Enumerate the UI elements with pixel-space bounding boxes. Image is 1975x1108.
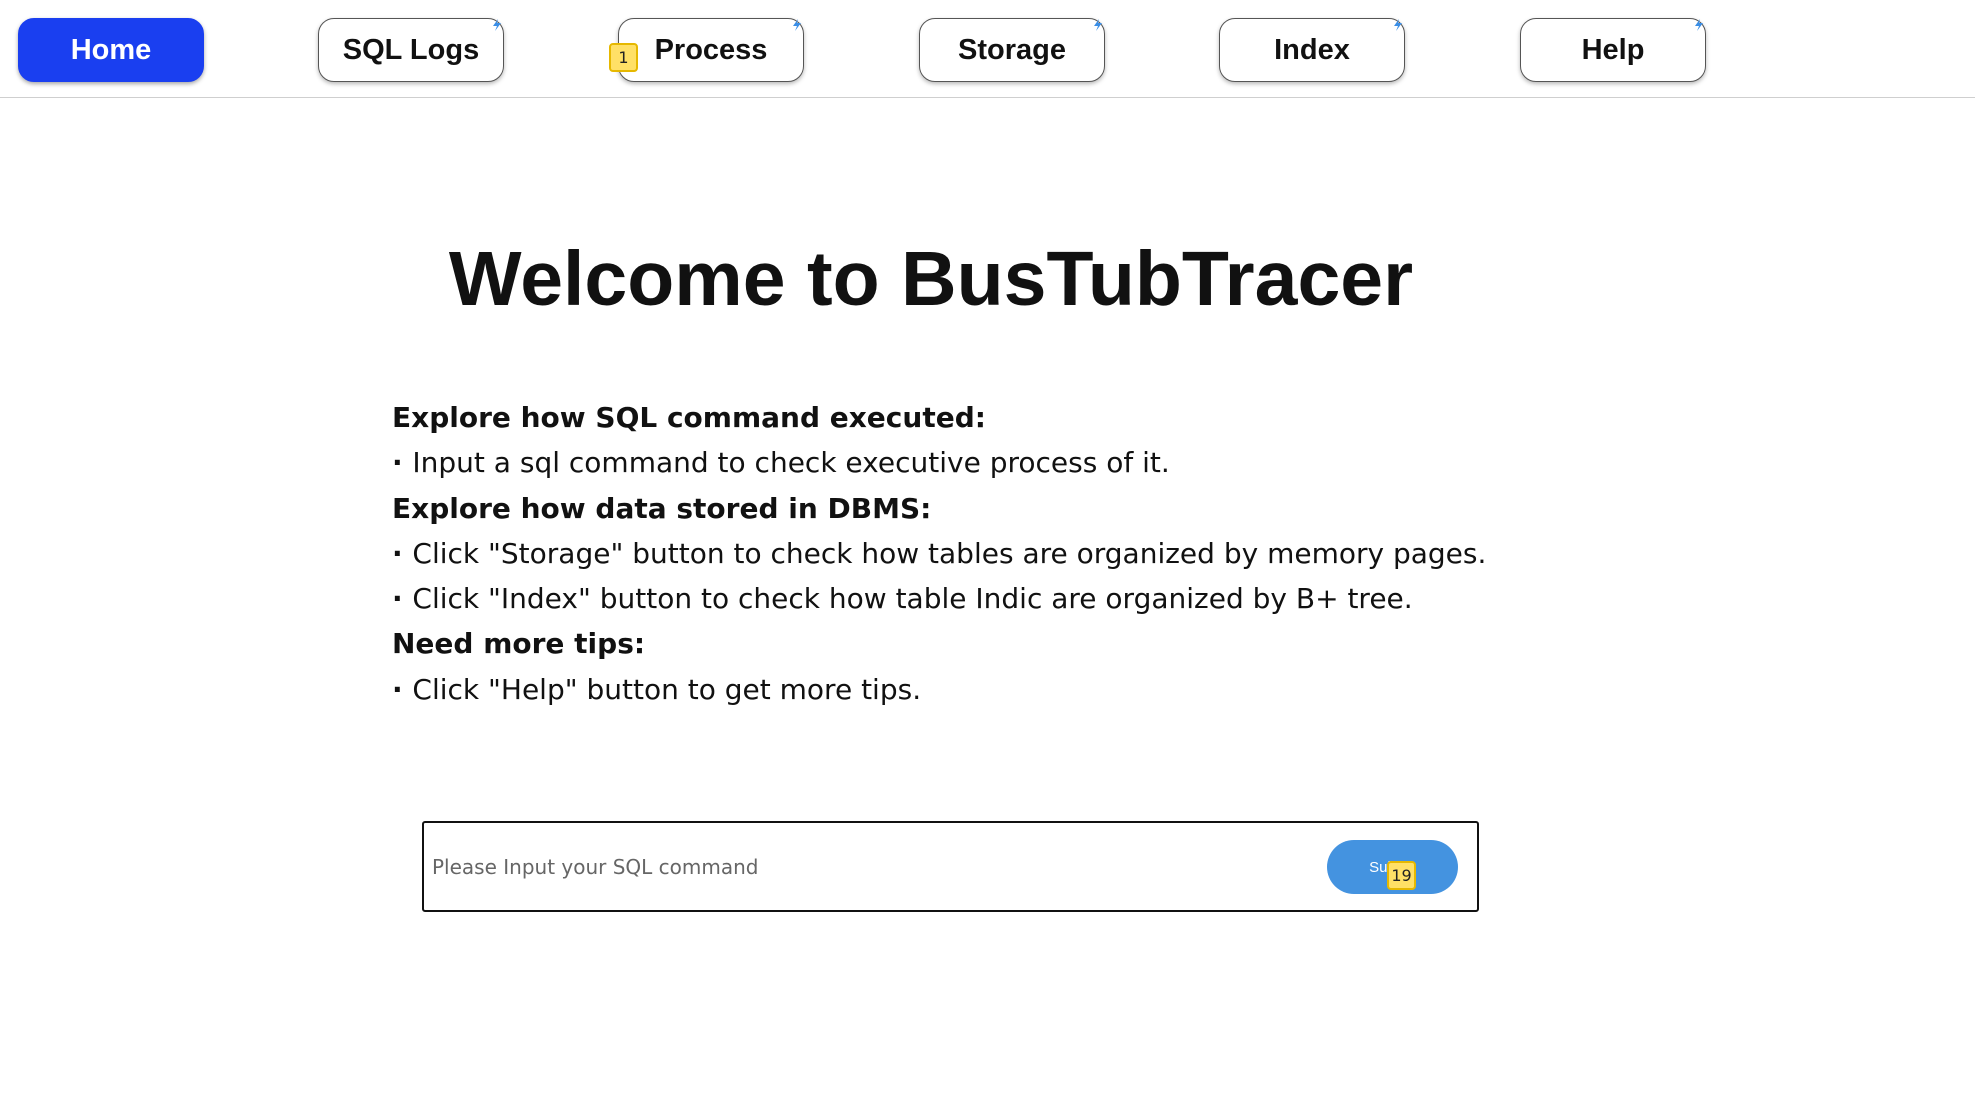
nav-process-label: Process xyxy=(654,33,768,66)
section-heading: Explore how SQL command executed: xyxy=(392,401,986,434)
list-item: Click "Storage" button to check how tabl… xyxy=(392,531,1542,576)
nav-home-button[interactable]: Home xyxy=(18,18,204,82)
nav-index-label: Index xyxy=(1274,33,1350,66)
nav-index-button[interactable]: Index xyxy=(1219,18,1405,82)
sql-command-form: Submit xyxy=(422,821,1479,912)
nav-storage-button[interactable]: Storage xyxy=(919,18,1105,82)
section-heading: Need more tips: xyxy=(392,627,646,661)
nav-home-label: Home xyxy=(70,33,152,66)
element-marker-badge: 1 xyxy=(609,43,638,72)
bolt-icon xyxy=(791,19,803,31)
nav-process-button[interactable]: Process xyxy=(618,18,804,82)
bolt-icon xyxy=(491,19,503,31)
bolt-icon xyxy=(1392,19,1404,31)
sql-command-input[interactable] xyxy=(432,843,1292,891)
page-title: Welcome to BusTubTracer xyxy=(448,236,1414,322)
nav-sql-logs-button[interactable]: SQL Logs xyxy=(318,18,504,82)
list-item: Input a sql command to check executive p… xyxy=(392,440,1542,485)
list-item: Click "Index" button to check how table … xyxy=(392,576,1542,621)
bolt-icon xyxy=(1693,19,1705,31)
nav-help-button[interactable]: Help xyxy=(1520,18,1706,82)
section-heading: Explore how data stored in DBMS: xyxy=(392,491,932,525)
nav-storage-label: Storage xyxy=(958,33,1066,66)
nav-help-label: Help xyxy=(1581,33,1645,66)
list-item: Click "Help" button to get more tips. xyxy=(392,667,1542,712)
element-marker-badge: 19 xyxy=(1387,861,1416,890)
bolt-icon xyxy=(1092,19,1104,31)
intro-content: Explore how SQL command executed: Input … xyxy=(392,395,1542,712)
top-navbar: Home SQL Logs Process Storage Index Help xyxy=(0,0,1975,98)
nav-sql-logs-label: SQL Logs xyxy=(342,33,480,66)
